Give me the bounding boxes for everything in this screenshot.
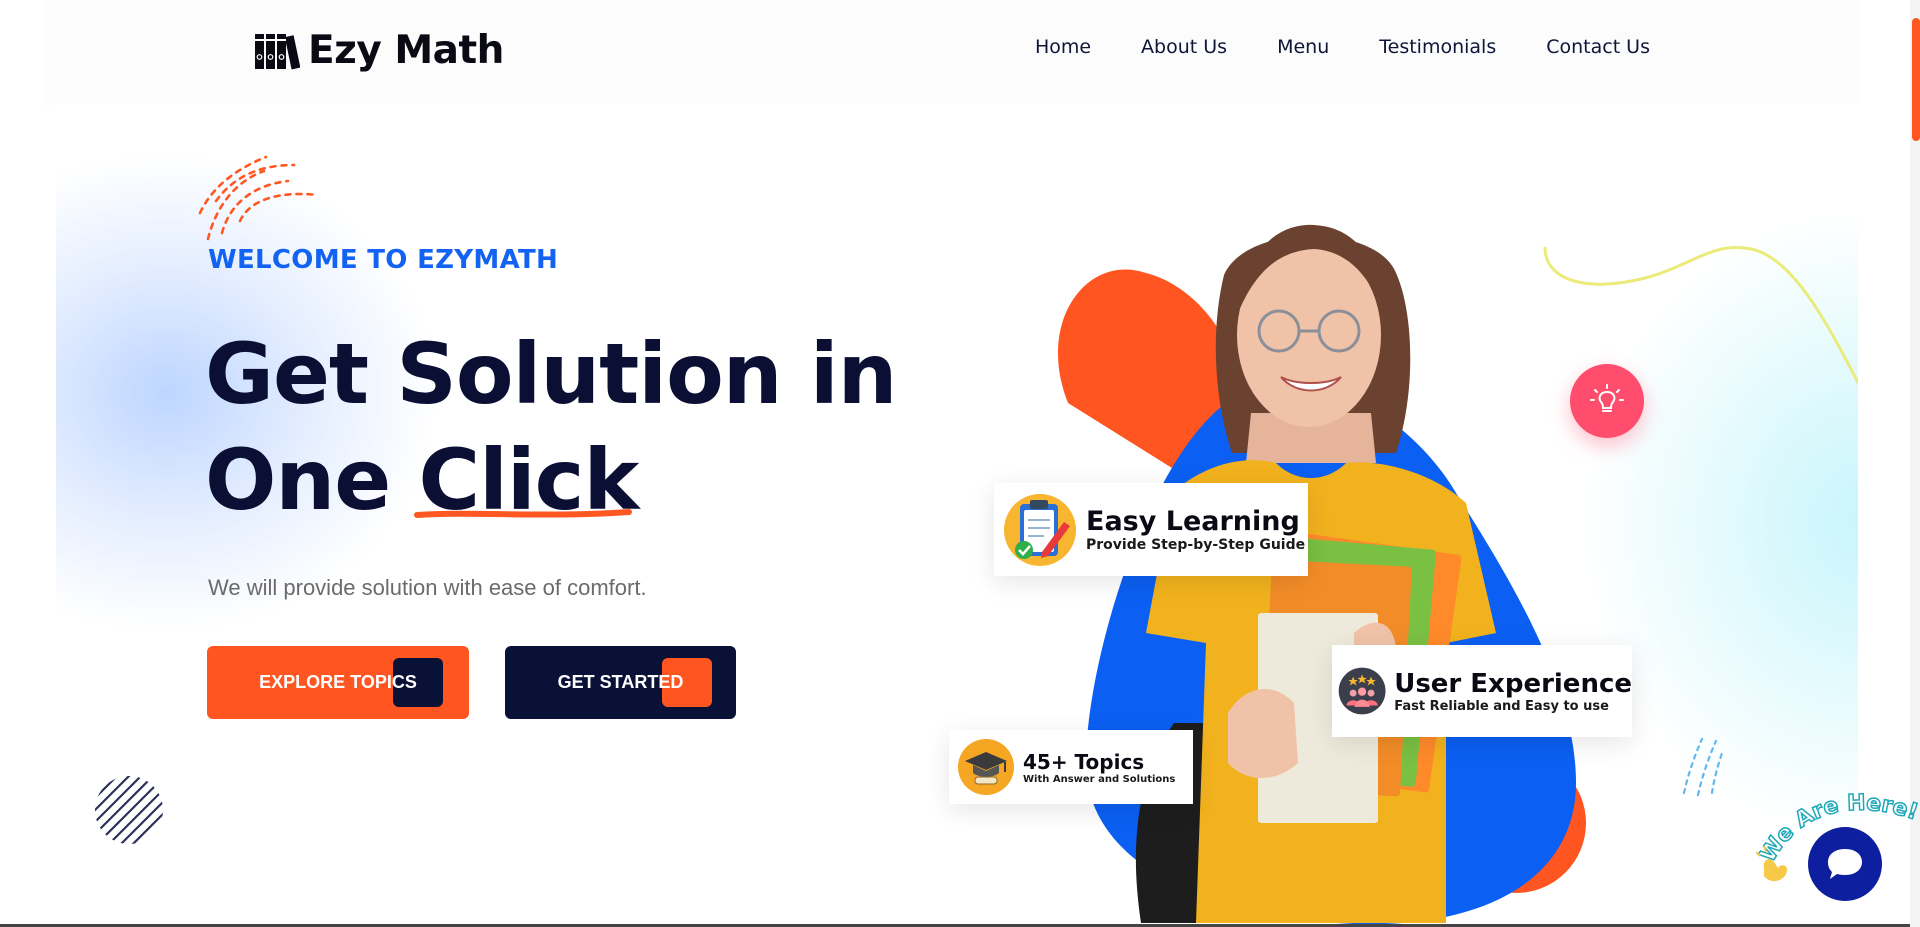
graduation-cap-icon (958, 739, 1014, 795)
topics-subtitle: With Answer and Solutions (1023, 773, 1176, 785)
user-experience-subtitle: Fast Reliable and Easy to use (1394, 698, 1609, 714)
headline-line-1: Get Solution in (205, 325, 897, 423)
easy-learning-subtitle: Provide Step-by-Step Guide (1086, 537, 1306, 553)
hero-subtitle: We will provide solution with ease of co… (208, 575, 647, 600)
user-experience-title: User Experience (1394, 668, 1632, 699)
easy-learning-text: Easy Learning Provide Step-by-Step Guide (1086, 506, 1305, 553)
topics-title: 45+ Topics (1023, 749, 1145, 774)
easy-learning-card: Easy Learning Provide Step-by-Step Guide (994, 483, 1308, 576)
explore-topics-label: EXPLORE TOPICS (259, 672, 417, 692)
brand-name: Ezy Math (308, 27, 504, 73)
nav-testimonials[interactable]: Testimonials (1379, 36, 1496, 58)
users-rating-icon (1338, 667, 1386, 715)
brand-logo[interactable]: Ezy Math (254, 27, 504, 73)
decorative-striped-circle (95, 776, 163, 844)
books-icon (255, 34, 300, 70)
hero-section: WELCOME TO EZYMATH Get Solution in One C… (56, 103, 1858, 927)
hero-eyebrow: WELCOME TO EZYMATH (208, 245, 559, 275)
chat-bubble-icon (1828, 849, 1862, 879)
site-header: Ezy Math Home About Us Menu Testimonials… (46, 0, 1858, 103)
hero-headline: Get Solution in One Click (205, 321, 925, 533)
nav-home[interactable]: Home (1035, 36, 1091, 58)
nav-about-us[interactable]: About Us (1141, 36, 1227, 58)
easy-learning-title: Easy Learning (1086, 506, 1300, 537)
topics-card: 45+ Topics With Answer and Solutions (949, 730, 1193, 804)
user-experience-text: User Experience Fast Reliable and Easy t… (1394, 669, 1632, 714)
topics-text: 45+ Topics With Answer and Solutions (1023, 750, 1175, 785)
clipboard-pencil-icon (1004, 493, 1076, 566)
decorative-dashes (198, 155, 320, 241)
nav-contact-us[interactable]: Contact Us (1546, 36, 1650, 58)
explore-topics-button[interactable]: EXPLORE TOPICS (207, 646, 469, 719)
main-nav: Home About Us Menu Testimonials Contact … (1035, 36, 1650, 58)
user-experience-card: User Experience Fast Reliable and Easy t… (1332, 645, 1632, 737)
get-started-button[interactable]: GET STARTED (505, 646, 736, 719)
nav-menu[interactable]: Menu (1277, 36, 1329, 58)
get-started-label: GET STARTED (557, 672, 684, 692)
highlight-underline (414, 509, 632, 518)
chat-widget-button[interactable] (1808, 827, 1882, 901)
headline-line-2-prefix: One (205, 431, 419, 529)
scrollbar-thumb[interactable] (1912, 18, 1920, 141)
